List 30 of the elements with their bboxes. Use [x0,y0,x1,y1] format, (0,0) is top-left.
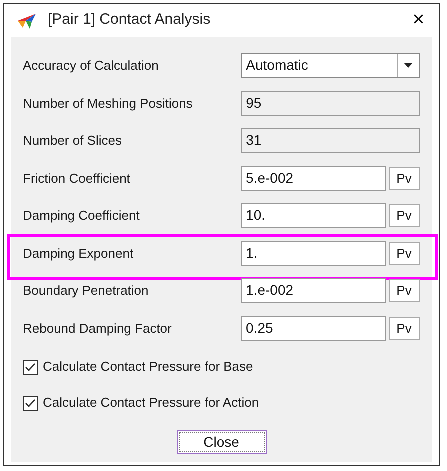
pv-button[interactable]: Pv [388,166,420,190]
pv-button[interactable]: Pv [388,204,420,228]
field-label: Number of Meshing Positions [23,94,194,113]
readonly-field: 31 [241,128,420,154]
checkbox[interactable] [23,396,38,410]
checkbox-label: Calculate Contact Pressure for Base [43,358,254,376]
checkbox-label: Calculate Contact Pressure for Action [43,394,260,412]
input-field[interactable]: 1. [241,240,386,266]
field-label: Boundary Penetration [23,282,150,300]
accuracy-dropdown[interactable]: Automatic [241,53,420,78]
close-button[interactable]: Close [176,430,266,454]
input-field[interactable]: 5.e-002 [241,166,386,191]
pv-button[interactable]: Pv [388,242,420,265]
pv-button[interactable]: Pv [388,279,420,302]
field-label: Friction Coefficient [23,170,132,188]
pv-button[interactable]: Pv [388,316,420,340]
input-field[interactable]: 10. [241,203,386,228]
readonly-field: 95 [241,90,420,116]
field-label: Damping Exponent [23,244,135,263]
field-label: Accuracy of Calculation [23,57,160,75]
window-title: [Pair 1] Contact Analysis [48,10,211,30]
caret-icon [404,63,413,68]
app-logo-icon [16,12,38,30]
field-label: Damping Coefficient [23,207,141,225]
close-button[interactable]: ✕ [412,12,425,28]
input-field[interactable]: 1.e-002 [241,278,386,304]
checkbox[interactable] [23,360,38,374]
field-label: Number of Slices [23,132,123,150]
field-label: Rebound Damping Factor [23,320,173,338]
input-field[interactable]: 0.25 [241,316,386,341]
